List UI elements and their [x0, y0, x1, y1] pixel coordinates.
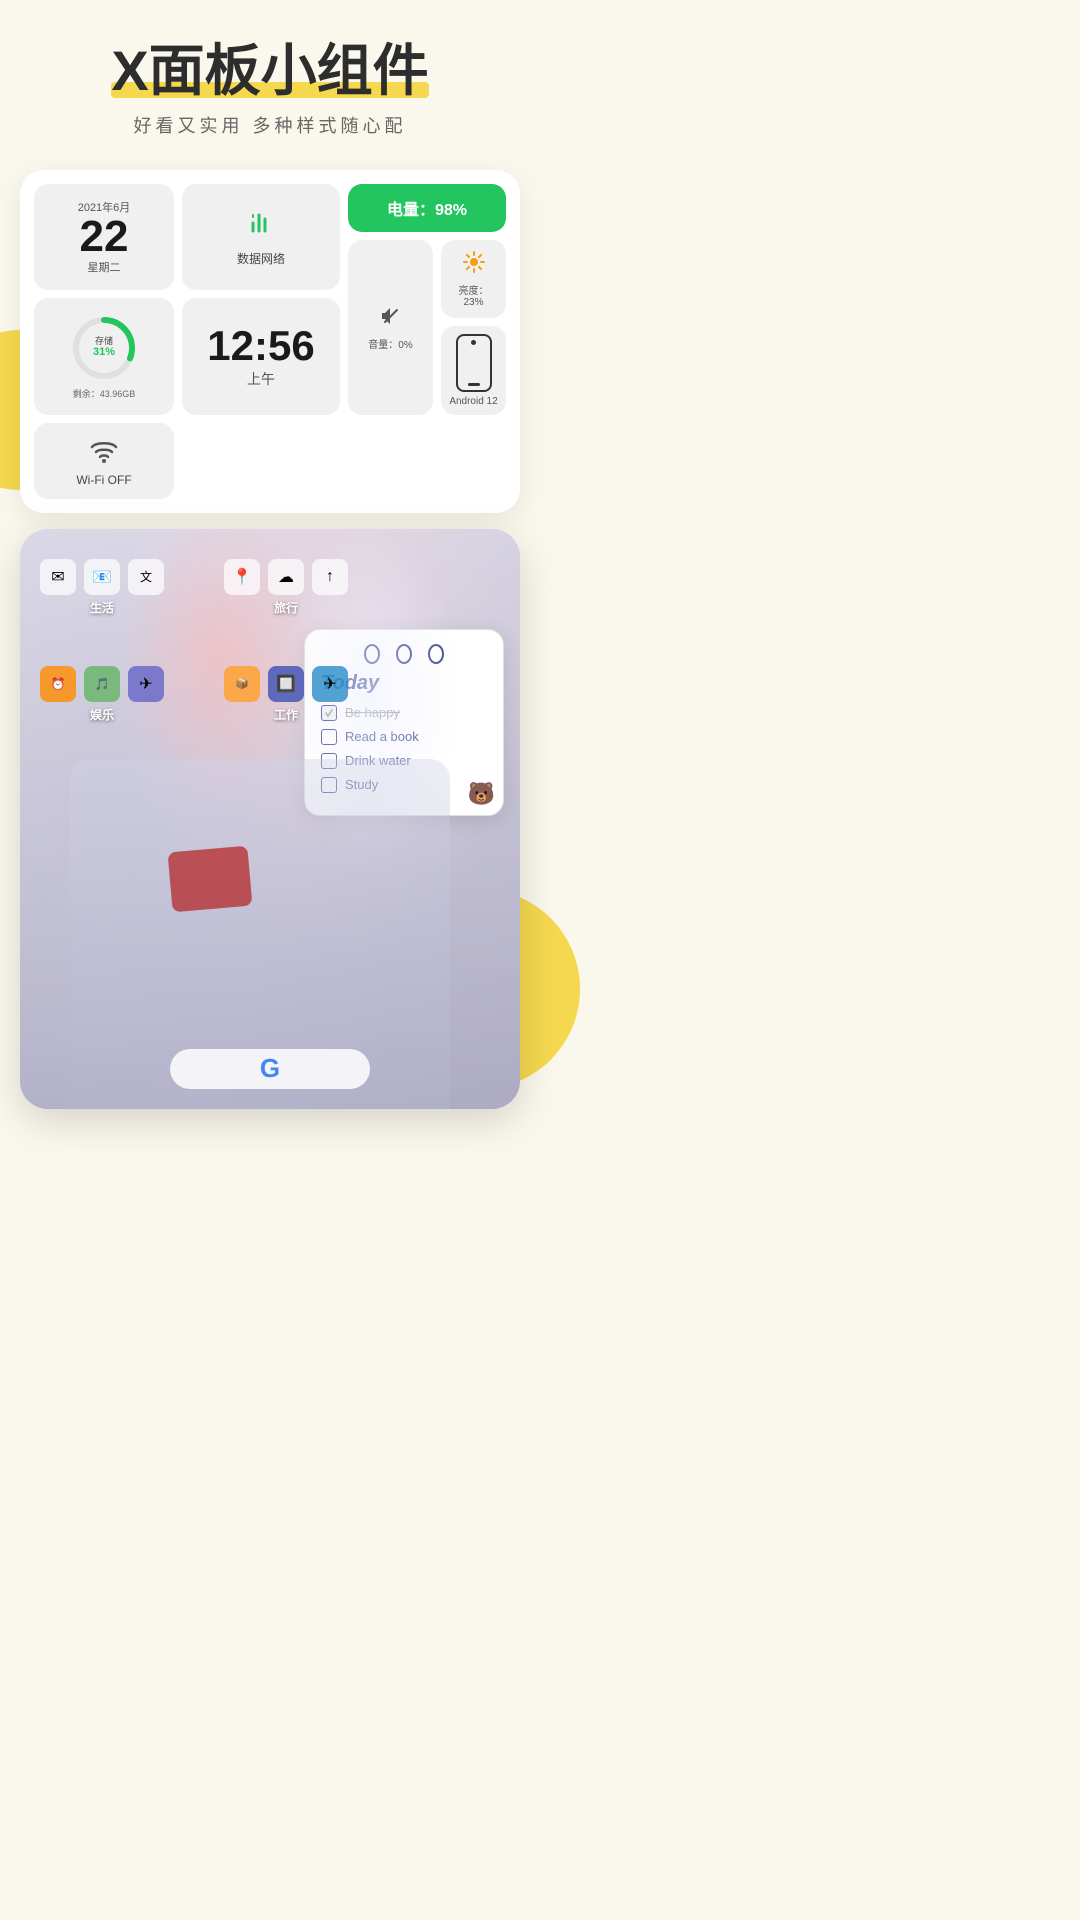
date-day: 22	[80, 215, 129, 259]
page-subtitle: 好看又实用 多种样式随心配	[111, 112, 428, 138]
clock-ampm: 上午	[247, 369, 275, 389]
storage-percent: 31%	[93, 346, 115, 359]
app-icon: ✉	[40, 559, 76, 595]
android-label: Android 12	[449, 396, 497, 407]
page-title: X面板小组件	[111, 40, 428, 102]
wifi-cell: Wi-Fi OFF	[34, 423, 174, 499]
app-icon: 📦	[224, 666, 260, 702]
battery-label: 电量：98%	[387, 196, 467, 220]
app-icon: ↑	[312, 559, 348, 595]
app-group-work[interactable]: 📦 🔲 ✈ 工作	[224, 666, 348, 723]
clock-time: 12:56	[207, 323, 314, 369]
widget-card: 2021年6月 22 星期二 数据网络	[20, 170, 520, 513]
signal-icon	[245, 207, 277, 246]
sun-icon	[462, 250, 486, 280]
app-icon: 🔲	[268, 666, 304, 702]
phone-icon	[456, 334, 492, 392]
data-network-cell: 数据网络	[182, 184, 340, 290]
sound-label: 音量：0%	[368, 336, 412, 351]
google-logo: G	[260, 1053, 280, 1084]
storage-label: 存储	[93, 336, 115, 347]
app-icon: ✈	[128, 666, 164, 702]
data-network-label: 数据网络	[237, 250, 285, 267]
android-cell: Android 12	[441, 326, 506, 415]
clock-cell: 12:56 上午	[182, 298, 340, 415]
folder-label-travel: 旅行	[274, 599, 298, 616]
storage-remaining: 剩余：43.96GB	[69, 387, 139, 400]
folder-label-entertainment: 娱乐	[90, 706, 114, 723]
wifi-label: Wi-Fi OFF	[76, 473, 131, 487]
brightness-cell: 亮度：23%	[441, 240, 506, 318]
app-group-life[interactable]: ✉ 📧 文 生活	[40, 559, 164, 616]
phone-mockup: ✉ 📧 文 生活 📍 ☁ ↑ 旅行	[20, 529, 520, 1109]
app-icon: 📧	[84, 559, 120, 595]
app-icon: ☁	[268, 559, 304, 595]
app-group-travel[interactable]: 📍 ☁ ↑ 旅行	[224, 559, 348, 616]
phone-content: ✉ 📧 文 生活 📍 ☁ ↑ 旅行	[20, 529, 520, 1109]
battery-cell: 电量：98%	[348, 184, 506, 232]
right-column: 电量：98% 音量：0%	[348, 184, 506, 415]
brightness-label: 亮度：23%	[451, 282, 496, 308]
mute-icon	[379, 304, 403, 334]
storage-cell: 存储 31% 剩余：43.96GB	[34, 298, 174, 415]
widget-grid: 2021年6月 22 星期二 数据网络	[34, 184, 506, 499]
date-cell: 2021年6月 22 星期二	[34, 184, 174, 290]
app-icon: ⏰	[40, 666, 76, 702]
app-icon: 📍	[224, 559, 260, 595]
folder-label-work: 工作	[274, 706, 298, 723]
app-icon: ✈	[312, 666, 348, 702]
google-search-bar[interactable]: G	[170, 1049, 370, 1089]
phone-background: ✉ 📧 文 生活 📍 ☁ ↑ 旅行	[20, 529, 520, 1109]
title-text: X面板小组件	[111, 39, 428, 102]
sound-cell: 音量：0%	[348, 240, 433, 415]
app-icon: 🎵	[84, 666, 120, 702]
app-group-entertainment[interactable]: ⏰ 🎵 ✈ 娱乐	[40, 666, 164, 723]
date-weekday: 星期二	[88, 259, 121, 275]
app-icon: 文	[128, 559, 164, 595]
folder-label-life: 生活	[90, 599, 114, 616]
title-block: X面板小组件 好看又实用 多种样式随心配	[111, 40, 428, 138]
wifi-icon	[88, 435, 120, 469]
